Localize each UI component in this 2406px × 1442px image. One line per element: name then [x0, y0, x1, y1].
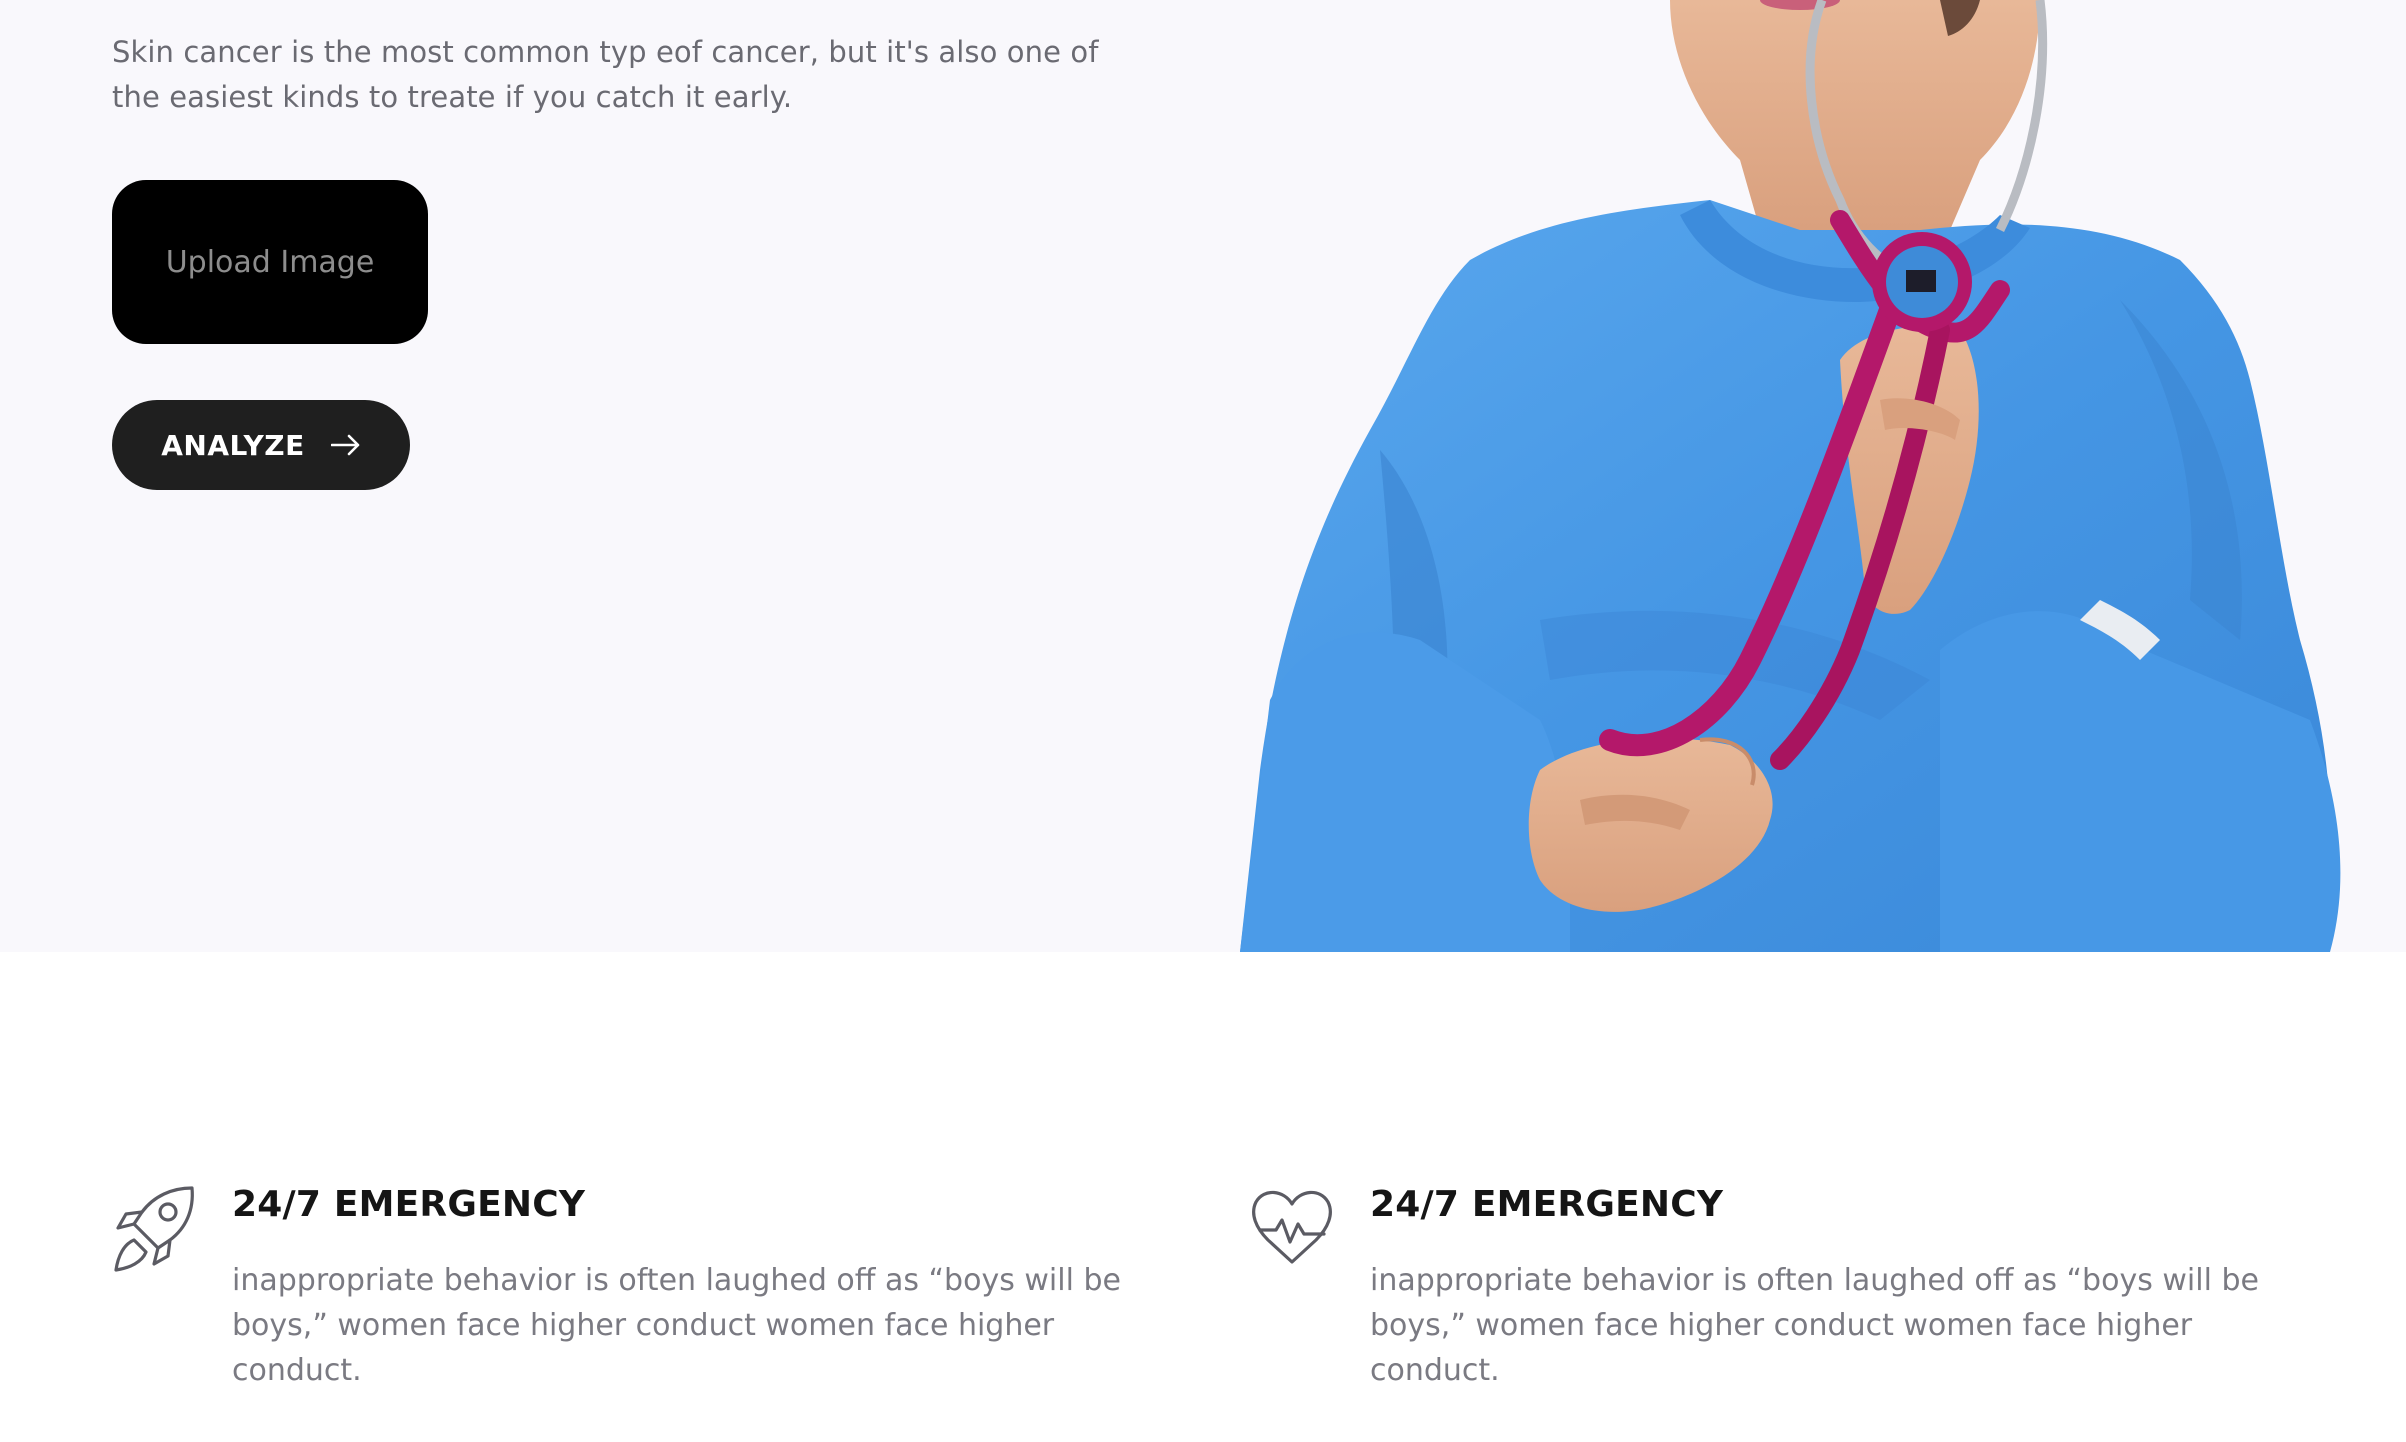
hero-section: Skin cancer is the most common typ eof c… [0, 0, 2406, 952]
feature-card-2: 24/7 EMERGENCY inappropriate behavior is… [1250, 1180, 2310, 1388]
heartbeat-icon [1250, 1184, 1336, 1274]
rocket-icon [112, 1184, 198, 1274]
hero-description: Skin cancer is the most common typ eof c… [112, 35, 1099, 114]
feature-card-1: 24/7 EMERGENCY inappropriate behavior is… [112, 1180, 1172, 1388]
upload-image-label: Upload Image [165, 244, 375, 280]
feature-title: 24/7 EMERGENCY [232, 1184, 586, 1225]
upload-image-button[interactable]: Upload Image [112, 180, 428, 344]
feature-text: inappropriate behavior is often laughed … [232, 1263, 1121, 1388]
analyze-button[interactable]: ANALYZE [112, 400, 410, 490]
analyze-label: ANALYZE [161, 428, 305, 462]
arrow-right-icon [330, 434, 361, 456]
feature-title: 24/7 EMERGENCY [1370, 1184, 1724, 1225]
feature-text: inappropriate behavior is often laughed … [1370, 1263, 2259, 1388]
doctor-image [1240, 0, 2360, 952]
